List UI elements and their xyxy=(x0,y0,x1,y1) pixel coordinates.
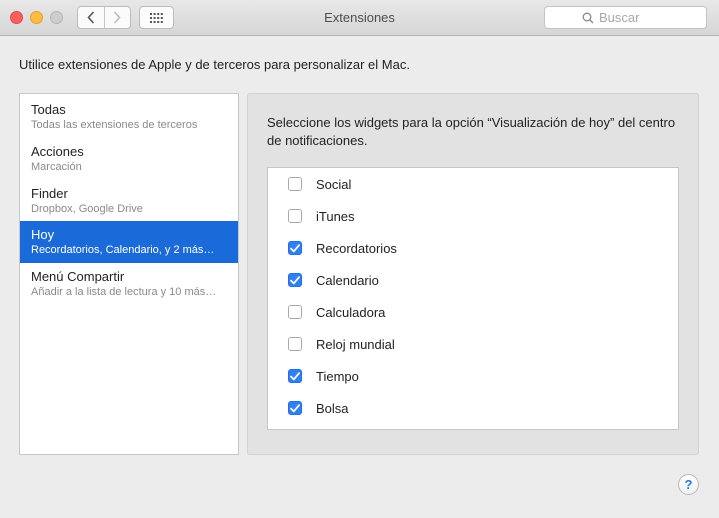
zoom-window-button[interactable] xyxy=(50,11,63,24)
widget-checkbox[interactable] xyxy=(288,177,302,191)
checkmark-icon xyxy=(290,243,300,252)
widget-label: Calculadora xyxy=(316,304,386,320)
show-all-button[interactable] xyxy=(139,6,174,29)
widget-label: Bolsa xyxy=(316,400,349,416)
widget-row-bolsa[interactable]: Bolsa xyxy=(268,392,678,424)
widgets-panel: Seleccione los widgets para la opción “V… xyxy=(247,93,699,455)
widget-label: Social xyxy=(316,176,352,192)
widget-label: iTunes xyxy=(316,208,355,224)
widget-checkbox[interactable] xyxy=(288,401,302,415)
widgets-list: Social iTunes Recordatorios Calendario C… xyxy=(267,167,679,430)
extensions-sidebar: Todas Todas las extensiones de terceros … xyxy=(19,93,239,455)
checkmark-icon xyxy=(290,403,300,412)
sidebar-item-title: Menú Compartir xyxy=(31,269,125,284)
widget-label: Tiempo xyxy=(316,368,359,384)
widget-row-recordatorios[interactable]: Recordatorios xyxy=(268,232,678,264)
sidebar-item-title: Hoy xyxy=(31,227,55,242)
chevron-right-icon xyxy=(114,11,121,24)
sidebar-item-finder[interactable]: Finder Dropbox, Google Drive xyxy=(20,180,238,222)
widget-checkbox[interactable] xyxy=(288,241,302,255)
widget-row-calculadora[interactable]: Calculadora xyxy=(268,296,678,328)
sidebar-item-hoy[interactable]: Hoy Recordatorios, Calendario, y 2 más… xyxy=(20,221,238,263)
checkmark-icon xyxy=(290,275,300,284)
titlebar: Extensiones xyxy=(0,0,719,36)
intro-text: Utilice extensiones de Apple y de tercer… xyxy=(19,57,410,72)
widget-checkbox[interactable] xyxy=(288,305,302,319)
sidebar-item-acciones[interactable]: Acciones Marcación xyxy=(20,138,238,180)
sidebar-item-subtitle: Añadir a la lista de lectura y 10 más… xyxy=(31,286,217,298)
widget-checkbox[interactable] xyxy=(288,369,302,383)
sidebar-item-todas[interactable]: Todas Todas las extensiones de terceros xyxy=(20,96,238,138)
forward-button[interactable] xyxy=(103,7,131,28)
preferences-window: Extensiones Utilice extensiones de Apple… xyxy=(0,0,719,518)
sidebar-item-title: Acciones xyxy=(31,144,84,159)
back-button[interactable] xyxy=(78,7,104,28)
widget-checkbox[interactable] xyxy=(288,337,302,351)
widget-row-calendario[interactable]: Calendario xyxy=(268,264,678,296)
sidebar-item-menu-compartir[interactable]: Menú Compartir Añadir a la lista de lect… xyxy=(20,263,238,305)
widget-row-reloj-mundial[interactable]: Reloj mundial xyxy=(268,328,678,360)
sidebar-item-title: Todas xyxy=(31,102,66,117)
search-field[interactable] xyxy=(544,6,707,29)
minimize-window-button[interactable] xyxy=(30,11,43,24)
sidebar-item-subtitle: Todas las extensiones de terceros xyxy=(31,119,198,131)
widget-checkbox[interactable] xyxy=(288,273,302,287)
widget-row-tiempo[interactable]: Tiempo xyxy=(268,360,678,392)
widget-label: Reloj mundial xyxy=(316,336,395,352)
chevron-left-icon xyxy=(87,11,94,24)
widget-row-social[interactable]: Social xyxy=(268,168,678,200)
widget-checkbox[interactable] xyxy=(288,209,302,223)
widget-label: Recordatorios xyxy=(316,240,397,256)
sidebar-item-subtitle: Recordatorios, Calendario, y 2 más… xyxy=(31,244,215,256)
back-forward-group xyxy=(77,6,131,29)
search-input[interactable] xyxy=(599,10,669,25)
widget-label: Calendario xyxy=(316,272,379,288)
widget-row-itunes[interactable]: iTunes xyxy=(268,200,678,232)
search-icon xyxy=(582,12,594,23)
panel-description: Seleccione los widgets para la opción “V… xyxy=(267,115,676,148)
help-button[interactable]: ? xyxy=(678,474,699,495)
sidebar-item-title: Finder xyxy=(31,186,68,201)
checkmark-icon xyxy=(290,371,300,380)
sidebar-item-subtitle: Dropbox, Google Drive xyxy=(31,203,143,215)
sidebar-item-subtitle: Marcación xyxy=(31,161,82,173)
close-window-button[interactable] xyxy=(10,11,23,24)
grid-icon xyxy=(150,12,163,23)
